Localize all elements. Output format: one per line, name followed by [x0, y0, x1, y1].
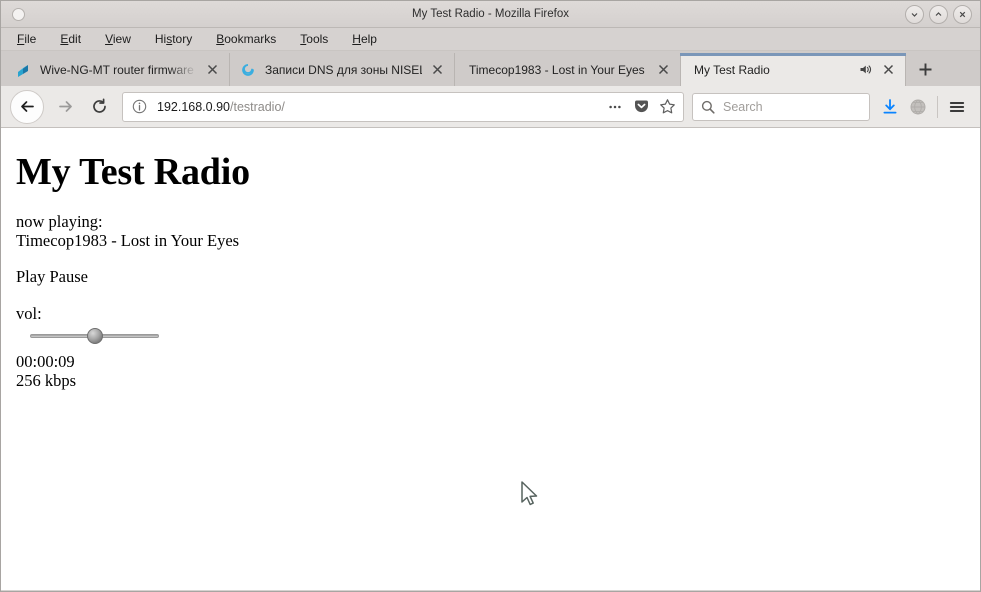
toolbar-right-actions	[876, 93, 971, 121]
page-viewport: My Test Radio now playing: Timecop1983 -…	[1, 128, 980, 590]
tab-label: Wive-NG-MT router firmware - http	[40, 63, 197, 77]
navigation-toolbar: 192.168.0.90/testradio/	[1, 86, 980, 128]
tab-audio-playing-icon[interactable]	[857, 62, 873, 78]
tab-close-icon[interactable]	[654, 61, 672, 79]
url-path: /testradio/	[230, 100, 285, 114]
page-actions-icon[interactable]	[603, 95, 627, 119]
tab-label: My Test Radio	[694, 63, 853, 77]
tab-close-icon[interactable]	[879, 61, 897, 79]
elapsed-time: 00:00:09	[16, 352, 75, 371]
play-button[interactable]: Play	[16, 267, 45, 286]
playback-controls: Play Pause	[16, 267, 966, 286]
toolbar-separator	[937, 96, 938, 118]
menu-edit[interactable]: Edit	[60, 32, 81, 46]
site-info-icon[interactable]	[131, 98, 148, 115]
volume-label: vol:	[16, 304, 966, 323]
bitrate: 256 kbps	[16, 371, 76, 390]
reload-button[interactable]	[84, 92, 114, 122]
minimize-button[interactable]	[905, 5, 924, 24]
menu-file[interactable]: File	[17, 32, 36, 46]
new-tab-button[interactable]	[908, 53, 942, 86]
browser-window: My Test Radio - Mozilla Firefox File Edi…	[0, 0, 981, 592]
search-input[interactable]: Search	[723, 100, 763, 114]
dns-favicon-icon	[240, 62, 256, 78]
bookmark-star-icon[interactable]	[655, 95, 679, 119]
url-host: 192.168.0.90	[157, 100, 230, 114]
now-playing-label: now playing:	[16, 212, 103, 231]
now-playing-track: Timecop1983 - Lost in Your Eyes	[16, 231, 239, 250]
router-favicon-icon	[15, 62, 31, 78]
window-title: My Test Radio - Mozilla Firefox	[1, 1, 980, 27]
mouse-cursor	[518, 480, 540, 510]
url-bar[interactable]: 192.168.0.90/testradio/	[122, 92, 684, 122]
account-globe-icon[interactable]	[904, 93, 932, 121]
pocket-icon[interactable]	[629, 95, 653, 119]
window-menu-icon[interactable]	[12, 8, 25, 21]
menu-tools[interactable]: Tools	[300, 32, 328, 46]
pause-button[interactable]: Pause	[49, 267, 88, 286]
title-bar: My Test Radio - Mozilla Firefox	[1, 1, 980, 28]
forward-button[interactable]	[50, 92, 80, 122]
radio-page: My Test Radio now playing: Timecop1983 -…	[2, 128, 980, 399]
menu-history[interactable]: History	[155, 32, 192, 46]
volume-slider-thumb[interactable]	[87, 328, 103, 344]
hamburger-menu-icon[interactable]	[943, 93, 971, 121]
maximize-button[interactable]	[929, 5, 948, 24]
tab-label: Записи DNS для зоны NISEL.RU	[265, 63, 422, 77]
tab-wive-ng-mt[interactable]: Wive-NG-MT router firmware - http	[5, 53, 229, 86]
page-title: My Test Radio	[16, 150, 966, 194]
menu-view[interactable]: View	[105, 32, 131, 46]
menu-help[interactable]: Help	[352, 32, 377, 46]
now-playing-block: now playing: Timecop1983 - Lost in Your …	[16, 212, 966, 251]
search-bar[interactable]: Search	[692, 93, 870, 121]
close-button[interactable]	[953, 5, 972, 24]
menu-bookmarks[interactable]: Bookmarks	[216, 32, 276, 46]
url-actions	[603, 95, 679, 119]
tab-strip: Wive-NG-MT router firmware - http Записи…	[1, 51, 980, 86]
volume-slider[interactable]	[30, 328, 159, 344]
stream-stats: 00:00:09 256 kbps	[16, 352, 966, 391]
tab-timecop1983[interactable]: Timecop1983 - Lost in Your Eyes	[454, 53, 680, 86]
tab-my-test-radio[interactable]: My Test Radio	[680, 53, 906, 86]
tab-label: Timecop1983 - Lost in Your Eyes	[469, 63, 648, 77]
window-controls	[905, 5, 972, 24]
search-icon	[701, 100, 715, 114]
tab-close-icon[interactable]	[428, 61, 446, 79]
back-button[interactable]	[10, 90, 44, 124]
menu-bar: File Edit View History Bookmarks Tools H…	[1, 28, 980, 51]
tab-dns-nisel[interactable]: Записи DNS для зоны NISEL.RU	[229, 53, 454, 86]
downloads-icon[interactable]	[876, 93, 904, 121]
url-text[interactable]: 192.168.0.90/testradio/	[157, 100, 603, 114]
tab-close-icon[interactable]	[203, 61, 221, 79]
